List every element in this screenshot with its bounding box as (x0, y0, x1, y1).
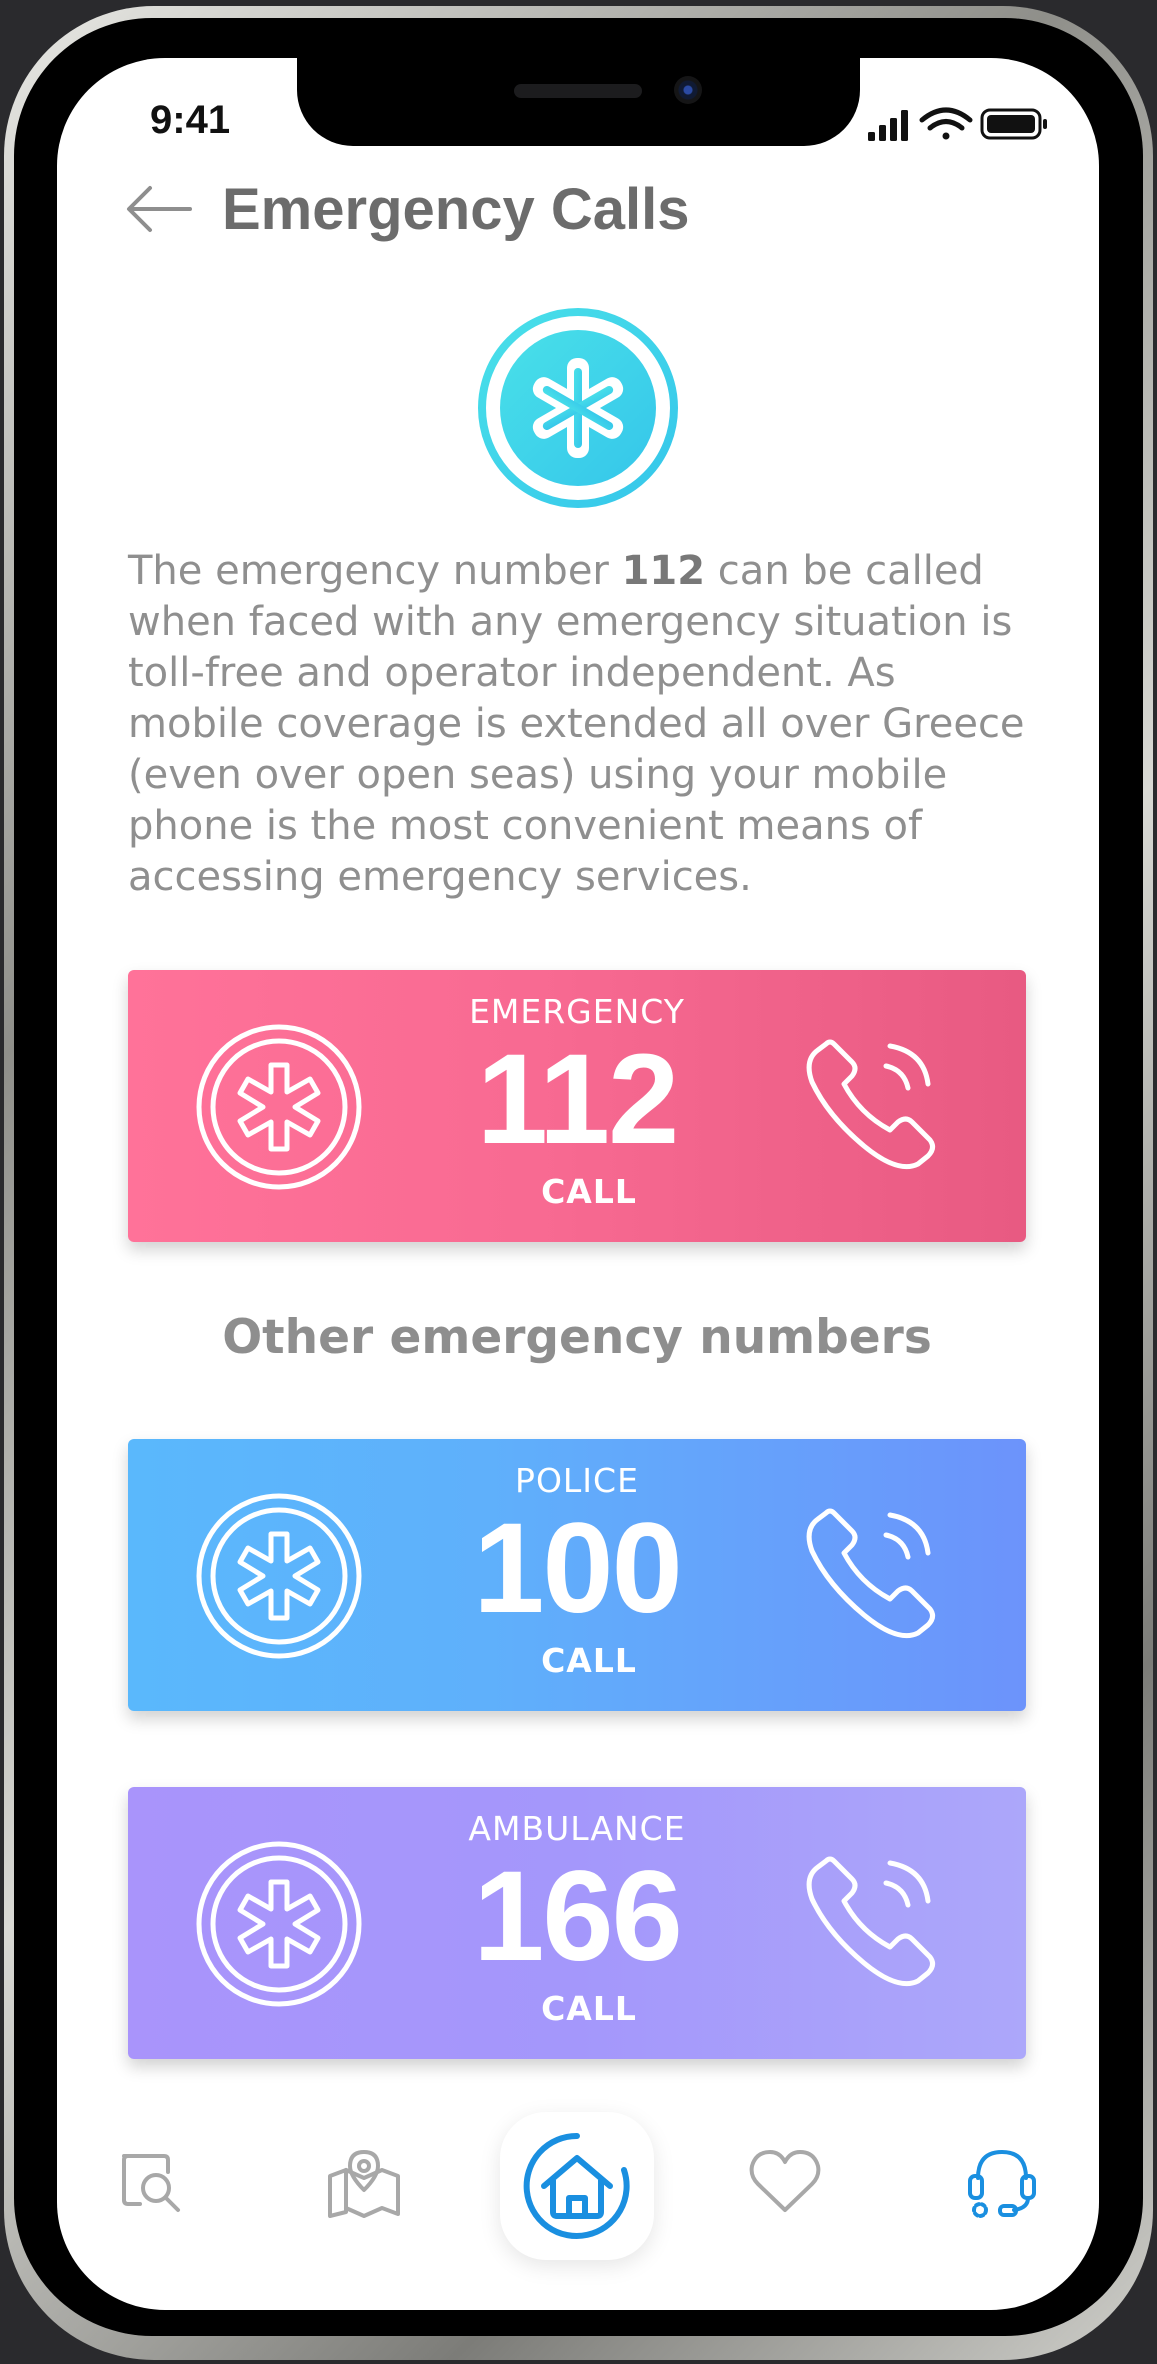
phone-call-icon (806, 1508, 936, 1639)
description-text: The emergency number 112 can be called w… (128, 548, 1025, 900)
call-label: CALL (541, 1172, 637, 1211)
page-title: Emergency Calls (222, 177, 690, 242)
highlight-number: 112 (621, 548, 706, 594)
phone-device: 9:41 Emergency Calls The emergency numbe… (0, 0, 1157, 2364)
police-call-card[interactable]: POLICE 100 CALL (128, 1439, 1026, 1711)
battery-icon (980, 108, 1047, 140)
tab-favorites[interactable] (748, 2148, 822, 2216)
wifi-icon (919, 107, 973, 140)
map-pin-icon (328, 2150, 400, 2218)
card-service-name: EMERGENCY (469, 992, 685, 1031)
tab-home[interactable] (500, 2112, 654, 2260)
ambulance-call-card[interactable]: AMBULANCE 166 CALL (128, 1787, 1026, 2059)
notch (297, 58, 860, 146)
back-arrow-icon[interactable] (124, 184, 192, 234)
tab-search[interactable] (118, 2150, 184, 2216)
phone-call-icon (806, 1856, 936, 1987)
emergency-call-card[interactable]: EMERGENCY 112 CALL (128, 970, 1026, 1242)
tab-support[interactable] (964, 2146, 1038, 2220)
section-title: Other emergency numbers (222, 1310, 932, 1365)
call-label: CALL (541, 1641, 637, 1680)
home-icon (523, 2132, 630, 2239)
search-icon (122, 2154, 180, 2212)
card-service-name: AMBULANCE (468, 1809, 686, 1848)
call-label: CALL (541, 1989, 637, 2028)
status-icons (868, 107, 1047, 141)
medical-star-icon (478, 308, 678, 508)
headset-icon (968, 2150, 1036, 2218)
card-service-name: POLICE (515, 1461, 639, 1500)
phone-call-icon (806, 1039, 936, 1170)
status-time: 9:41 (150, 98, 231, 142)
front-camera (674, 76, 702, 104)
heart-icon (749, 2150, 821, 2212)
speaker (514, 84, 642, 98)
signal-icon (868, 110, 908, 141)
tab-map[interactable] (326, 2148, 402, 2218)
